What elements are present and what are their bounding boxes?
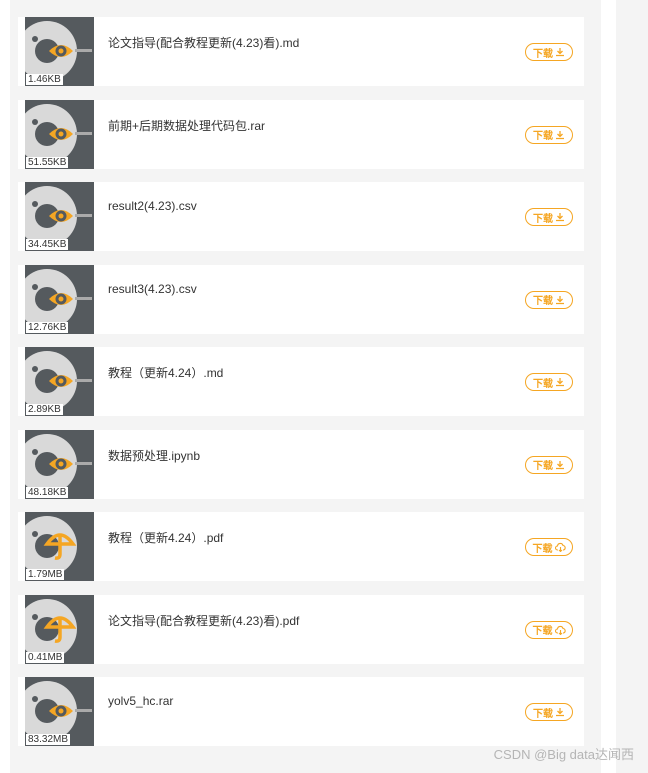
download-button[interactable]: 下载 [525, 125, 573, 144]
download-icon [555, 295, 565, 305]
download-button-label: 下载 [532, 543, 553, 555]
download-button[interactable]: 下载 [525, 290, 573, 309]
file-name[interactable]: result3(4.23).csv [108, 282, 197, 296]
download-button[interactable]: 下载 [525, 43, 573, 61]
file-name[interactable]: result2(4.23).csv [108, 199, 197, 213]
download-icon [555, 377, 565, 387]
file-size: 0.41MB [26, 651, 65, 663]
file-thumbnail[interactable]: 12.76KB [25, 264, 94, 334]
download-button-label: 下载 [533, 213, 553, 225]
file-size: 2.89KB [26, 404, 63, 415]
csdn-watermark: CSDN @Big data达闻西 [493, 747, 634, 762]
file-list: 1.46KB 论文指导(配合教程更新(4.23)看).md 下载 51.55KB… [18, 17, 584, 760]
file-card[interactable]: 34.45KB result2(4.23).csv 下载 [18, 182, 584, 251]
file-name[interactable]: 前期+后期数据处理代码包.rar [108, 117, 265, 134]
file-card[interactable]: 51.55KB 前期+后期数据处理代码包.rar 下载 [18, 99, 584, 169]
download-button[interactable]: 下载 [525, 208, 573, 226]
file-card[interactable]: 1.79MB 教程（更新4.24）.pdf 下载 [18, 512, 584, 581]
file-size: 34.45KB [26, 239, 69, 250]
file-name[interactable]: 教程（更新4.24）.md [108, 364, 223, 381]
download-button-label: 下载 [533, 378, 553, 390]
cloud-download-icon [554, 542, 566, 552]
download-icon [555, 212, 565, 222]
file-thumbnail[interactable]: 1.46KB [25, 17, 94, 86]
file-card[interactable]: 0.41MB 论文指导(配合教程更新(4.23)看).pdf 下载 [18, 594, 584, 664]
file-thumbnail[interactable]: 51.55KB [25, 99, 94, 169]
file-size: 1.79MB [26, 569, 65, 580]
file-name[interactable]: 论文指导(配合教程更新(4.23)看).pdf [108, 612, 299, 629]
download-button-label: 下载 [532, 626, 553, 637]
download-button[interactable]: 下载 [525, 620, 573, 639]
download-button-label: 下载 [533, 461, 553, 472]
right-side-strip [616, 0, 648, 773]
download-button-label: 下载 [533, 296, 553, 307]
download-button[interactable]: 下载 [525, 455, 573, 474]
file-name[interactable]: 论文指导(配合教程更新(4.23)看).md [108, 34, 299, 51]
download-button[interactable]: 下载 [525, 703, 573, 721]
download-button-label: 下载 [533, 708, 553, 720]
cloud-download-icon [554, 625, 566, 635]
file-thumbnail[interactable]: 0.41MB [25, 594, 94, 664]
file-name[interactable]: 数据预处理.ipynb [108, 447, 200, 464]
file-size: 12.76KB [26, 321, 69, 333]
download-icon [555, 130, 565, 140]
file-name[interactable]: 教程（更新4.24）.pdf [108, 529, 223, 546]
file-thumbnail[interactable]: 48.18KB [25, 429, 94, 499]
file-card[interactable]: 48.18KB 数据预处理.ipynb 下载 [18, 429, 584, 499]
download-button-label: 下载 [533, 131, 553, 142]
file-card[interactable]: 2.89KB 教程（更新4.24）.md 下载 [18, 347, 584, 416]
file-thumbnail[interactable]: 83.32MB [25, 677, 94, 746]
download-button-label: 下载 [533, 48, 553, 60]
download-button[interactable]: 下载 [525, 373, 573, 391]
file-thumbnail[interactable]: 1.79MB [25, 512, 94, 581]
file-card[interactable]: 12.76KB result3(4.23).csv 下载 [18, 264, 584, 334]
file-size: 48.18KB [26, 486, 69, 498]
file-size: 1.46KB [26, 74, 63, 85]
file-card[interactable]: 1.46KB 论文指导(配合教程更新(4.23)看).md 下载 [18, 17, 584, 86]
file-thumbnail[interactable]: 2.89KB [25, 347, 94, 416]
file-size: 51.55KB [26, 156, 69, 168]
file-card[interactable]: 83.32MB yolv5_hc.rar 下载 [18, 677, 584, 746]
download-icon [555, 707, 565, 717]
download-button[interactable]: 下载 [525, 538, 573, 556]
file-size: 83.32MB [26, 734, 71, 745]
file-name[interactable]: yolv5_hc.rar [108, 694, 173, 708]
download-icon [555, 460, 565, 470]
file-thumbnail[interactable]: 34.45KB [25, 182, 94, 251]
download-icon [555, 47, 565, 57]
